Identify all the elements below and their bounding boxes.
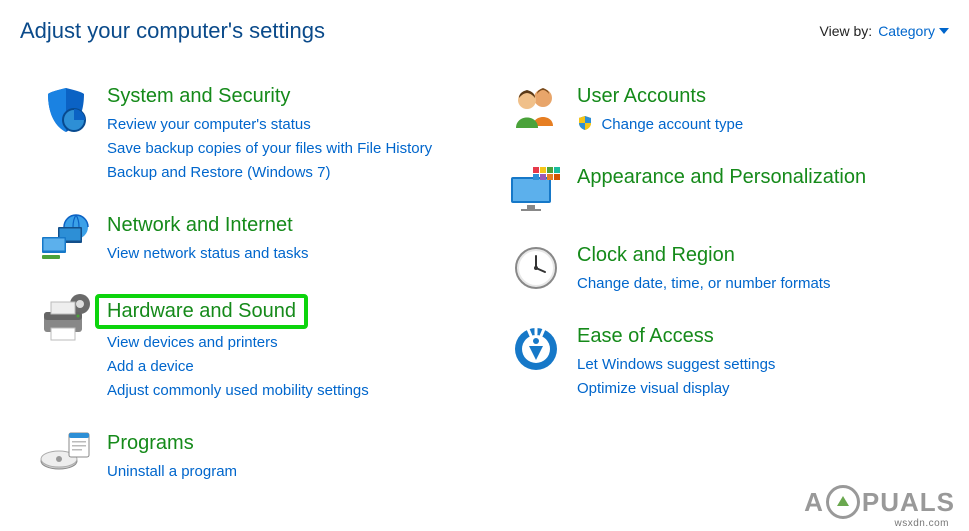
- category-user-accounts: User Accounts Change account type: [495, 84, 959, 137]
- network-icon: [25, 213, 107, 263]
- link-mobility-settings[interactable]: Adjust commonly used mobility settings: [107, 379, 437, 403]
- category-title[interactable]: User Accounts: [577, 84, 959, 109]
- viewby-label: View by:: [820, 23, 873, 39]
- source-label: wsxdn.com: [894, 518, 949, 529]
- appearance-icon: [495, 165, 577, 215]
- link-review-status[interactable]: Review your computer's status: [107, 113, 437, 137]
- highlight-box: Hardware and Sound: [95, 294, 308, 329]
- category-system-security: System and Security Review your computer…: [25, 84, 495, 185]
- programs-icon: [25, 431, 107, 477]
- dropdown-icon: [939, 28, 949, 34]
- link-date-time-formats[interactable]: Change date, time, or number formats: [577, 272, 907, 296]
- user-accounts-icon: [495, 84, 577, 134]
- link-suggest-settings[interactable]: Let Windows suggest settings: [577, 353, 907, 377]
- shield-icon: [25, 84, 107, 136]
- category-appearance: Appearance and Personalization: [495, 165, 959, 215]
- ease-of-access-icon: [495, 324, 577, 374]
- link-visual-display[interactable]: Optimize visual display: [577, 377, 907, 401]
- category-title[interactable]: Ease of Access: [577, 324, 959, 349]
- viewby-control[interactable]: View by: Category: [820, 23, 949, 39]
- category-clock-region: Clock and Region Change date, time, or n…: [495, 243, 959, 296]
- link-uninstall-program[interactable]: Uninstall a program: [107, 460, 437, 484]
- category-network-internet: Network and Internet View network status…: [25, 213, 495, 266]
- category-hardware-sound: Hardware and Sound View devices and prin…: [25, 294, 495, 403]
- link-network-status[interactable]: View network status and tasks: [107, 242, 437, 266]
- category-title[interactable]: Appearance and Personalization: [577, 165, 959, 190]
- link-backup-restore[interactable]: Backup and Restore (Windows 7): [107, 161, 437, 185]
- clock-icon: [495, 243, 577, 293]
- link-add-device[interactable]: Add a device: [107, 355, 437, 379]
- link-file-history[interactable]: Save backup copies of your files with Fi…: [107, 137, 437, 161]
- link-change-account-type[interactable]: Change account type: [601, 116, 743, 133]
- viewby-value: Category: [878, 23, 935, 39]
- category-ease-of-access: Ease of Access Let Windows suggest setti…: [495, 324, 959, 401]
- watermark: APUALS: [804, 485, 955, 519]
- category-title[interactable]: System and Security: [107, 84, 495, 109]
- watermark-logo-icon: [826, 485, 860, 519]
- category-title[interactable]: Network and Internet: [107, 213, 495, 238]
- category-title[interactable]: Clock and Region: [577, 243, 959, 268]
- category-title[interactable]: Programs: [107, 431, 495, 456]
- category-programs: Programs Uninstall a program: [25, 431, 495, 484]
- uac-shield-icon: [577, 115, 593, 136]
- page-title: Adjust your computer's settings: [20, 18, 325, 44]
- category-title[interactable]: Hardware and Sound: [107, 299, 296, 324]
- link-devices-printers[interactable]: View devices and printers: [107, 331, 437, 355]
